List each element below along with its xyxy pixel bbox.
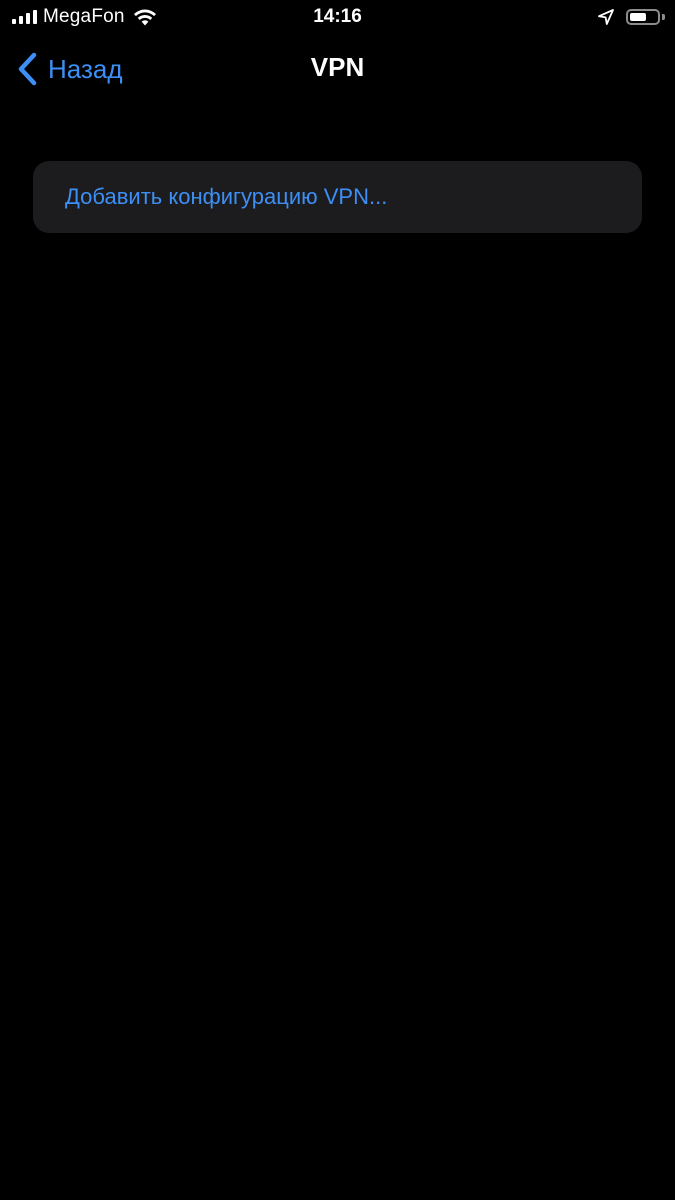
location-arrow-icon (598, 9, 614, 25)
status-bar: MegaFon 14:16 (0, 0, 675, 34)
navigation-bar: Назад VPN (0, 40, 675, 98)
battery-cap (662, 14, 665, 20)
battery-icon (626, 9, 660, 25)
page-title: VPN (310, 52, 365, 82)
status-time: 14:16 (313, 6, 362, 27)
add-vpn-configuration-label: Добавить конфигурацию VPN... (65, 184, 388, 209)
add-vpn-configuration-button[interactable]: Добавить конфигурацию VPN... (33, 161, 642, 233)
battery-fill (630, 13, 646, 21)
status-right (598, 6, 665, 28)
